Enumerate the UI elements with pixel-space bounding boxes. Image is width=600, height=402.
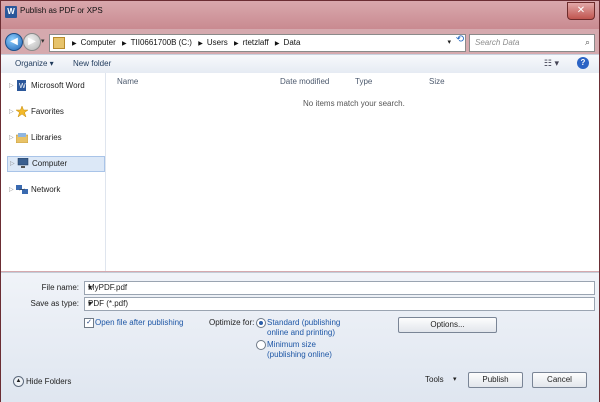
recent-locations-icon[interactable]: ▾	[41, 37, 45, 45]
chevron-up-icon[interactable]: ▲	[13, 376, 24, 387]
toolbar: Organize ▾ New folder ☷ ▾ ?	[1, 54, 599, 74]
save-type-label: Save as type:	[30, 299, 79, 308]
breadcrumb-separator-icon: ▶	[198, 41, 203, 47]
search-input[interactable]: Search Data ⌕	[469, 34, 595, 52]
chevron-down-icon[interactable]: ▾	[88, 283, 591, 292]
star-icon	[15, 105, 29, 118]
cancel-button[interactable]: Cancel	[532, 372, 587, 388]
chevron-down-icon[interactable]: ▾	[88, 299, 591, 308]
chevron-down-icon[interactable]: ▾	[453, 375, 457, 383]
column-header-size[interactable]: Size	[429, 77, 445, 86]
sidebar-item-libraries[interactable]: ▷ Libraries	[7, 131, 103, 145]
hide-folders-button[interactable]: Hide Folders	[26, 377, 71, 386]
forward-button[interactable]: ▶	[23, 33, 41, 51]
empty-message: No items match your search.	[303, 99, 405, 108]
file-name-label: File name:	[41, 283, 79, 292]
sidebar-item-microsoft-word[interactable]: ▷ W Microsoft Word	[7, 79, 103, 93]
word-app-icon: W	[5, 6, 17, 18]
svg-text:W: W	[19, 83, 26, 90]
change-view-icon[interactable]: ☷ ▾	[544, 58, 559, 69]
column-header-date-modified[interactable]: Date modified	[280, 77, 329, 86]
sidebar-item-computer[interactable]: ▷ Computer	[7, 156, 105, 172]
breadcrumb-item[interactable]: Computer	[81, 38, 116, 47]
breadcrumb-item[interactable]: TII0661700B (C:)	[131, 38, 192, 47]
breadcrumb-separator-icon: ▶	[72, 41, 77, 47]
minimum-size-radio[interactable]	[256, 340, 266, 350]
sidebar-item-label: Favorites	[31, 107, 64, 116]
breadcrumb-separator-icon: ▶	[233, 41, 239, 47]
expand-arrow-icon[interactable]: ▷	[9, 186, 14, 193]
minimum-size-label-line1[interactable]: Minimum size	[267, 340, 316, 349]
expand-arrow-icon[interactable]: ▷	[10, 160, 15, 167]
breadcrumb-item[interactable]: Users	[207, 38, 228, 47]
folder-icon	[53, 37, 65, 49]
breadcrumb: ▶ Computer ▶ TII0661700B (C:) ▶ Users ▶ rtet…	[68, 38, 300, 47]
breadcrumb-item[interactable]: Data	[284, 38, 301, 47]
title-bar: W Publish as PDF or XPS ✕	[1, 1, 599, 29]
minimum-size-label-line2[interactable]: (publishing online)	[267, 350, 332, 359]
address-bar[interactable]: ▶ Computer ▶ TII0661700B (C:) ▶ Users ▶ rtet…	[49, 34, 466, 52]
network-icon	[16, 184, 28, 195]
publish-dialog: W Publish as PDF or XPS ✕ ◀ ▶ ▾ ▶ Compute…	[0, 0, 600, 402]
file-list[interactable]: Name Date modified Type Size No items ma…	[106, 73, 599, 271]
computer-icon	[17, 157, 29, 169]
search-placeholder: Search Data	[475, 38, 520, 47]
new-folder-button[interactable]: New folder	[73, 59, 111, 68]
help-icon[interactable]: ?	[577, 57, 589, 69]
tools-button[interactable]: Tools	[425, 375, 444, 384]
breadcrumb-item[interactable]: rtetzlaff	[243, 38, 269, 47]
open-after-checkbox[interactable]: ✓	[84, 318, 94, 328]
column-header-type[interactable]: Type	[355, 77, 372, 86]
chevron-down-icon[interactable]: ▾	[447, 38, 451, 46]
search-icon[interactable]: ⌕	[585, 37, 590, 48]
expand-arrow-icon[interactable]: ▷	[9, 108, 14, 115]
back-button[interactable]: ◀	[5, 33, 23, 51]
standard-label-line2[interactable]: online and printing)	[267, 328, 335, 337]
standard-radio[interactable]	[256, 318, 266, 328]
expand-arrow-icon[interactable]: ▷	[9, 134, 14, 141]
publish-button[interactable]: Publish	[468, 372, 523, 388]
navigation-pane: ▷ W Microsoft Word ▷ Favorites ▷ Librari…	[1, 73, 106, 271]
expand-arrow-icon[interactable]: ▷	[9, 82, 14, 89]
open-after-label[interactable]: Open file after publishing	[95, 318, 184, 327]
save-type-select[interactable]: PDF (*.pdf) ▾	[84, 297, 595, 311]
standard-label-line1[interactable]: Standard (publishing	[267, 318, 340, 327]
sidebar-item-label: Network	[31, 185, 61, 194]
options-button[interactable]: Options...	[398, 317, 497, 333]
organize-button[interactable]: Organize ▾	[15, 59, 54, 68]
column-header-name[interactable]: Name	[117, 77, 138, 86]
window-title: Publish as PDF or XPS	[20, 6, 103, 15]
library-icon	[15, 132, 29, 144]
file-name-field[interactable]: MyPDF.pdf ▾	[84, 281, 595, 295]
sidebar-item-favorites[interactable]: ▷ Favorites	[7, 105, 103, 119]
breadcrumb-separator-icon: ▶	[121, 41, 127, 47]
sidebar-item-network[interactable]: ▷ Network	[7, 183, 103, 197]
save-options-panel: File name: MyPDF.pdf ▾ Save as type: PDF…	[1, 272, 599, 402]
breadcrumb-separator-icon: ▶	[274, 41, 280, 47]
refresh-icon[interactable]: ⟲	[453, 34, 467, 50]
sidebar-item-label: Libraries	[31, 133, 62, 142]
optimize-label: Optimize for:	[209, 318, 255, 327]
sidebar-item-label: Computer	[32, 159, 68, 168]
sidebar-item-label: Microsoft Word	[31, 81, 85, 90]
close-button[interactable]: ✕	[567, 2, 595, 20]
navigation-bar: ◀ ▶ ▾ ▶ Computer ▶ TII0661700B (C:) ▶ Users…	[1, 30, 599, 54]
word-doc-icon: W	[16, 80, 28, 91]
